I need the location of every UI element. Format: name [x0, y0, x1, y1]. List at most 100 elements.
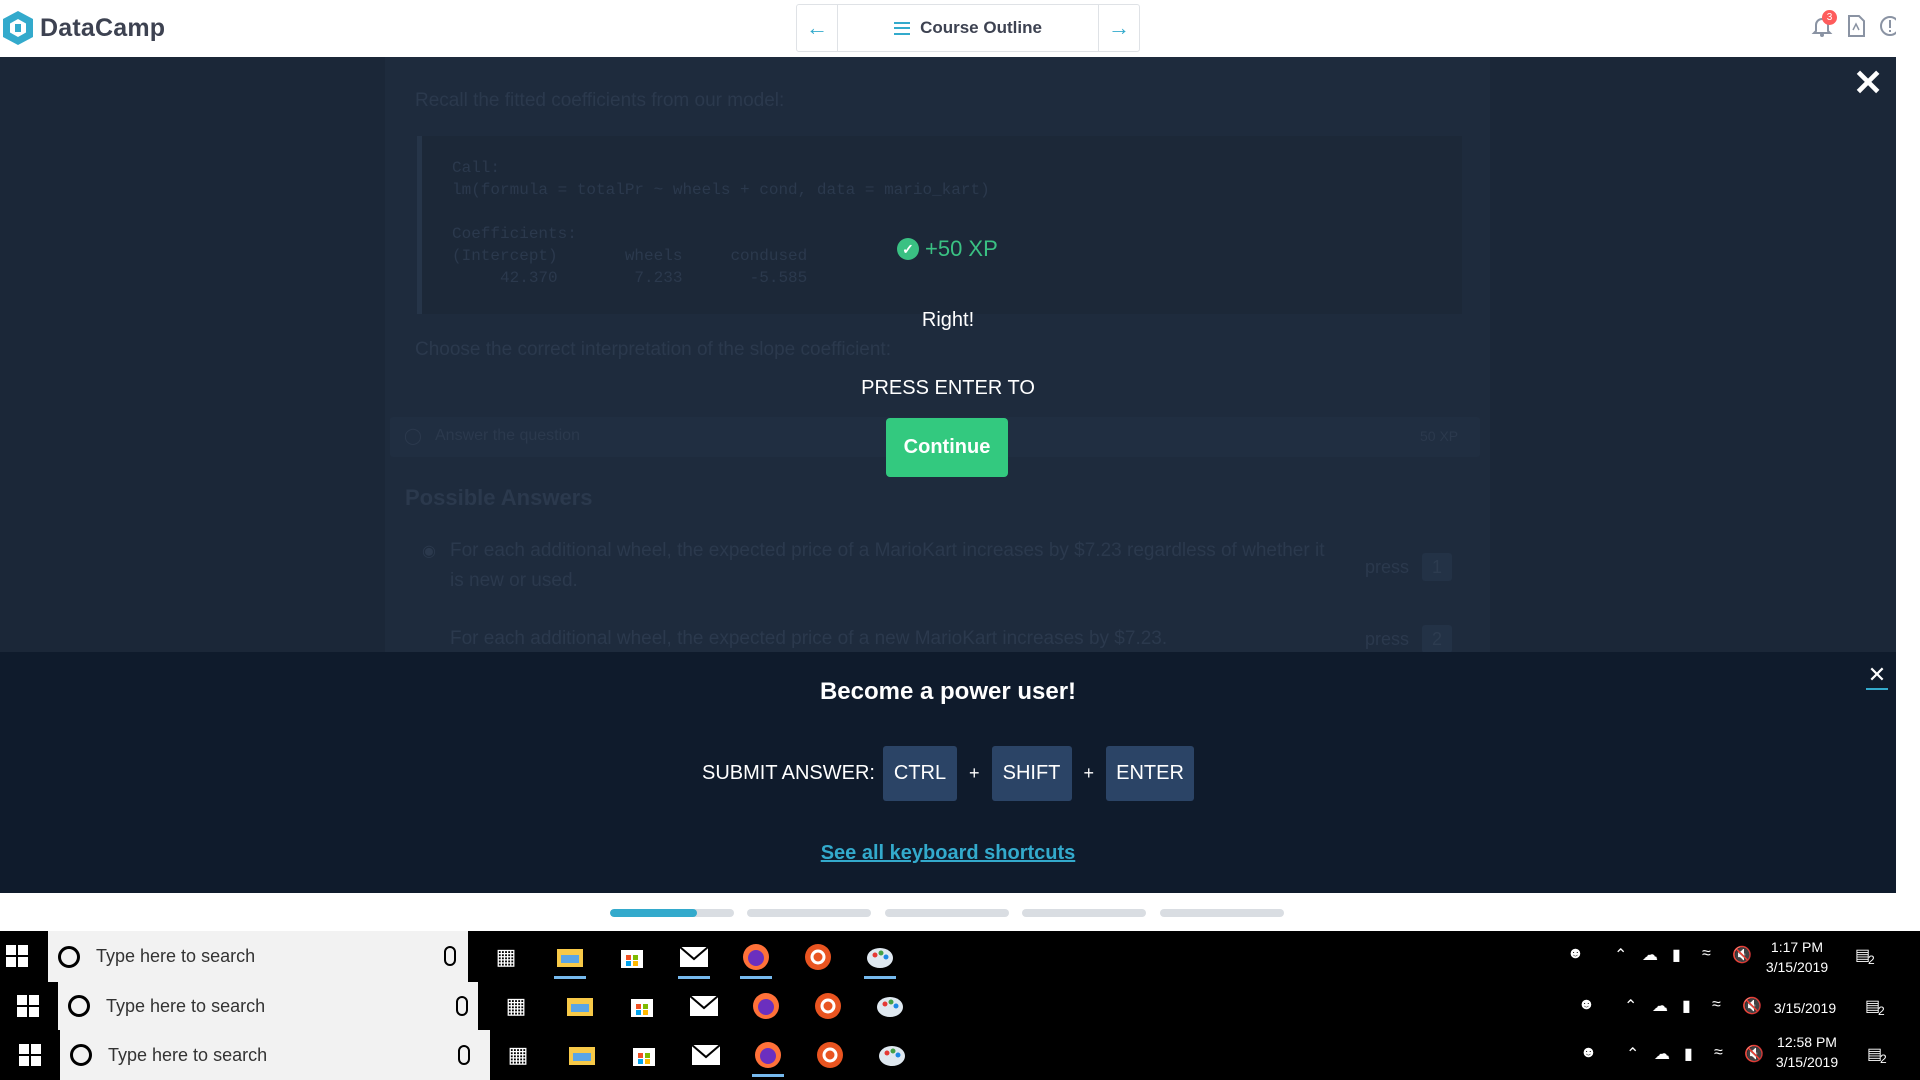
keyboard-shortcuts-link[interactable]: See all keyboard shortcuts — [0, 842, 1896, 865]
system-clock[interactable]: 12:58 PM 3/15/2019 — [1772, 1032, 1842, 1072]
exercise-intro: Recall the fitted coefficients from our … — [415, 90, 785, 111]
check-circle-icon: ◯ — [404, 428, 422, 445]
battery-icon[interactable]: ▮ — [1684, 1044, 1693, 1064]
microphone-icon[interactable] — [456, 996, 468, 1016]
datacamp-logo[interactable]: DataCamp — [2, 10, 165, 46]
onedrive-icon[interactable]: ☁ — [1652, 996, 1668, 1016]
progress-segment[interactable] — [885, 909, 1009, 917]
clock-date: 3/15/2019 — [1773, 1000, 1837, 1016]
continue-button[interactable]: Continue — [886, 418, 1008, 477]
taskbar-search[interactable]: Type here to search — [60, 1030, 490, 1080]
mail-icon[interactable] — [686, 988, 722, 1024]
paint-icon[interactable] — [874, 1037, 910, 1073]
chevron-up-icon[interactable]: ⌃ — [1626, 1044, 1639, 1064]
check-icon: ✓ — [897, 238, 919, 260]
next-exercise-button[interactable]: → — [1098, 5, 1139, 51]
top-header: DataCamp ← Course Outline → 3 — [0, 0, 1920, 58]
windows-taskbar: Type here to search ▦ ☻ ⌃ ☁ ▮ ≈ 🔇 1:17 P… — [0, 931, 1920, 982]
window-edge — [1896, 0, 1920, 931]
active-indicator — [554, 976, 586, 979]
key-shift: SHIFT — [991, 746, 1072, 801]
active-indicator — [864, 976, 896, 979]
onedrive-icon[interactable]: ☁ — [1654, 1044, 1670, 1064]
wifi-icon[interactable]: ≈ — [1714, 1044, 1723, 1062]
power-user-title: Become a power user! — [819, 678, 1077, 705]
paint-icon[interactable] — [872, 988, 908, 1024]
close-icon: ✕ — [1853, 62, 1884, 103]
close-overlay-button[interactable]: ✕ — [1853, 65, 1883, 101]
answer-press-hint: press — [1365, 629, 1410, 649]
notifications-button[interactable]: 3 — [1810, 10, 1837, 38]
mail-icon[interactable] — [688, 1037, 724, 1073]
store-icon[interactable] — [624, 988, 660, 1024]
wifi-icon[interactable]: ≈ — [1702, 945, 1711, 963]
windows-start-button[interactable] — [17, 995, 39, 1017]
previous-exercise-button[interactable]: ← — [797, 5, 838, 51]
people-icon[interactable]: ☻ — [1578, 996, 1595, 1014]
xp-text: +50 XP — [925, 236, 998, 261]
chevron-up-icon[interactable]: ⌃ — [1614, 945, 1627, 965]
progress-segment[interactable] — [1022, 909, 1146, 917]
firefox-icon[interactable] — [750, 1037, 786, 1077]
system-clock[interactable]: 1:17 PM 3/15/2019 — [1762, 937, 1832, 977]
progress-segment[interactable] — [610, 909, 734, 917]
mail-icon[interactable] — [676, 939, 712, 979]
firefox-icon[interactable] — [748, 988, 784, 1024]
microphone-icon[interactable] — [458, 1045, 470, 1065]
file-explorer-icon[interactable] — [552, 939, 588, 979]
people-icon[interactable]: ☻ — [1567, 945, 1584, 963]
onedrive-icon[interactable]: ☁ — [1642, 945, 1658, 965]
exercise-prompt: Choose the correct interpretation of the… — [415, 339, 891, 360]
people-icon[interactable]: ☻ — [1580, 1044, 1597, 1062]
slides-pdf-button[interactable] — [1844, 14, 1868, 38]
feedback-message: Right! — [921, 309, 975, 331]
task-xp: 50 XP — [1420, 428, 1459, 444]
action-center-count: 2 — [1878, 1004, 1885, 1018]
course-outline-button[interactable]: Course Outline — [838, 5, 1098, 51]
file-explorer-icon[interactable] — [564, 1037, 600, 1073]
mute-icon[interactable]: 🔇 — [1744, 1044, 1764, 1064]
progress-segment[interactable] — [1160, 909, 1284, 917]
answer-option-1-line-1: For each additional wheel, the expected … — [450, 540, 1325, 561]
cortana-icon — [68, 995, 90, 1017]
action-center-count: 2 — [1868, 953, 1875, 967]
task-view-icon[interactable]: ▦ — [488, 939, 524, 975]
taskbar-search[interactable]: Type here to search — [58, 982, 478, 1030]
cortana-icon — [70, 1044, 92, 1066]
battery-icon[interactable]: ▮ — [1672, 945, 1681, 965]
datacamp-logo-icon — [3, 11, 33, 45]
task-view-icon[interactable]: ▦ — [500, 1037, 536, 1073]
ubuntu-icon[interactable] — [800, 939, 836, 975]
microphone-icon[interactable] — [444, 946, 456, 966]
ubuntu-icon[interactable] — [810, 988, 846, 1024]
active-indicator — [752, 1074, 784, 1077]
windows-taskbar: Type here to search ▦ ☻ ⌃ ☁ ▮ ≈ 🔇 3/15/2… — [0, 982, 1920, 1030]
progress-fill — [610, 909, 697, 917]
code-line: 42.370 7.233 -5.585 — [452, 269, 808, 287]
store-icon[interactable] — [626, 1037, 662, 1073]
battery-icon[interactable]: ▮ — [1682, 996, 1691, 1016]
ubuntu-icon[interactable] — [812, 1037, 848, 1073]
mute-icon[interactable]: 🔇 — [1732, 945, 1752, 965]
system-clock[interactable]: 3/15/2019 — [1770, 998, 1840, 1018]
course-navigation: ← Course Outline → — [796, 4, 1140, 52]
exercise-progress — [0, 893, 1896, 931]
active-indicator — [740, 976, 772, 979]
cortana-icon — [58, 945, 80, 968]
store-icon[interactable] — [614, 939, 650, 975]
code-output: Call: lm(formula = totalPr ~ wheels + con… — [452, 157, 990, 289]
windows-start-button[interactable] — [19, 1044, 41, 1066]
progress-segment[interactable] — [747, 909, 871, 917]
task-view-icon[interactable]: ▦ — [498, 988, 534, 1024]
windows-start-button[interactable] — [6, 945, 28, 967]
file-explorer-icon[interactable] — [562, 988, 598, 1024]
chevron-up-icon[interactable]: ⌃ — [1624, 996, 1637, 1016]
wifi-icon[interactable]: ≈ — [1712, 996, 1721, 1014]
mute-icon[interactable]: 🔇 — [1742, 996, 1762, 1016]
answer-press-hint: press — [1365, 557, 1410, 577]
key-ctrl: CTRL — [882, 746, 957, 801]
firefox-icon[interactable] — [738, 939, 774, 979]
paint-icon[interactable] — [862, 939, 898, 979]
taskbar-search[interactable]: Type here to search — [48, 931, 468, 982]
